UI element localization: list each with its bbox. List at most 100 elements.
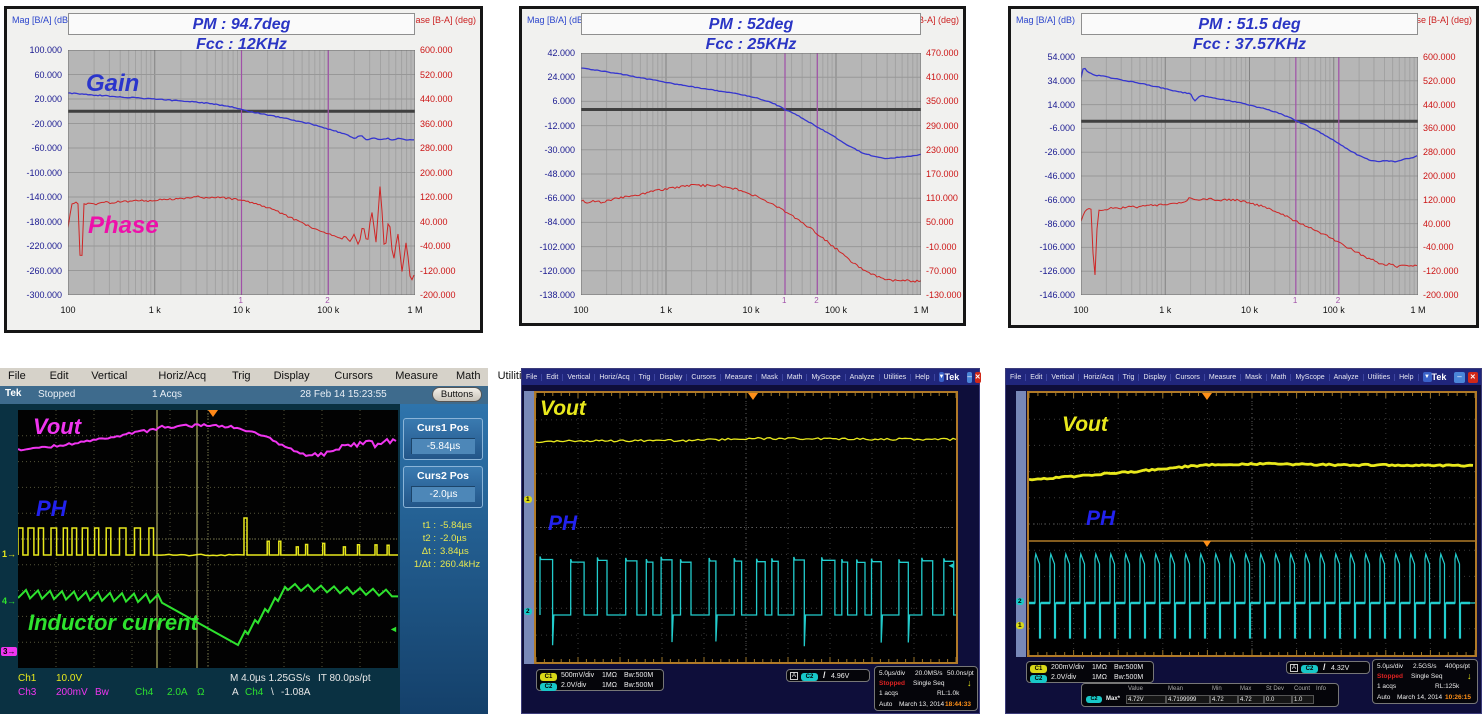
menu-item-cursors[interactable]: Cursors <box>1171 374 1205 381</box>
menu-item-display[interactable]: Display <box>655 374 687 381</box>
cursor-label: 1 <box>782 296 786 305</box>
tek-logo: Tek <box>944 372 959 382</box>
mag-tick-label: -106.000 <box>1013 243 1075 252</box>
channel-row[interactable]: C22.0V/div1MΩBw:500M <box>1030 674 1156 683</box>
menu-bar: FileEditVerticalHoriz/AcqTrigDisplayCurs… <box>1006 369 1481 385</box>
menu-item-file[interactable]: File <box>522 374 542 381</box>
cursor-pos-box[interactable]: Curs2 Pos-2.0µs <box>403 466 483 508</box>
phase-tick-label: 600.000 <box>420 46 453 55</box>
meas-cell: 1.0 <box>1292 695 1314 704</box>
menu-item-analyze[interactable]: Analyze <box>846 374 880 381</box>
channel-bandwidth: Bw:500M <box>624 672 653 679</box>
menu-more-button[interactable]: ▼ <box>1423 372 1432 382</box>
acq-count: 1 acqs <box>879 690 898 697</box>
cursor-label: 2 <box>1336 296 1340 305</box>
freq-tick-label: 1 M <box>397 306 433 315</box>
menu-item-math[interactable]: Math <box>456 370 480 382</box>
menu-item-help[interactable]: Help <box>1395 374 1418 381</box>
menu-item-vertical[interactable]: Vertical <box>563 374 595 381</box>
acq-time: 10:26:15 <box>1445 694 1471 701</box>
menu-item-trig[interactable]: Trig <box>635 374 656 381</box>
meas-channel-badge: C2 <box>1086 696 1102 703</box>
mag-tick-label: 100.000 <box>9 46 62 55</box>
menu-item-display[interactable]: Display <box>1139 374 1171 381</box>
menu-item-cursors[interactable]: Cursors <box>334 370 373 382</box>
freq-tick-label: 1 k <box>137 306 173 315</box>
acq-date: March 14, 2014 <box>1397 694 1442 701</box>
mag-tick-label: -86.000 <box>1013 220 1075 229</box>
menu-item-measure[interactable]: Measure <box>721 374 757 381</box>
menu-item-trig[interactable]: Trig <box>1119 374 1140 381</box>
minimize-button[interactable]: – <box>967 372 971 383</box>
freq-tick-label: 1 M <box>903 306 939 315</box>
menu-item-analyze[interactable]: Analyze <box>1330 374 1364 381</box>
sample-rate: 20.0MS/s <box>915 670 942 677</box>
freq-tick-label: 100 k <box>310 306 346 315</box>
menu-item-measure[interactable]: Measure <box>1205 374 1241 381</box>
sample-rate: 2.5GS/s <box>1413 663 1436 670</box>
trigger-source-badge: C2 <box>1301 665 1318 673</box>
meas-header: Mean <box>1168 686 1183 692</box>
menu-item-trig[interactable]: Trig <box>232 370 251 382</box>
phase-tick-label: 410.000 <box>926 73 959 82</box>
meas-cell: 4.72 <box>1238 695 1264 704</box>
menu-item-horizacq[interactable]: Horiz/Acq <box>1079 374 1118 381</box>
channel-row[interactable]: C1200mV/div1MΩBw:500M <box>1030 664 1156 673</box>
phase-tick-label: 350.000 <box>926 97 959 106</box>
auto-label: Auto <box>1377 694 1390 701</box>
bode-plot-1: Mag [B/A] (dB)Phase [B-A] (deg)PM : 94.7… <box>4 6 483 333</box>
menu-item-math[interactable]: Math <box>1267 374 1292 381</box>
close-button[interactable]: ✕ <box>1468 372 1478 383</box>
phase-tick-label: -70.000 <box>926 267 957 276</box>
channel-bandwidth: Bw:500M <box>1114 664 1143 671</box>
pm-title: PM : 52deg <box>582 15 920 35</box>
menu-item-horizacq[interactable]: Horiz/Acq <box>158 370 206 382</box>
channel-row[interactable]: C1500mV/div1MΩBw:500M <box>540 672 666 681</box>
menu-item-mask[interactable]: Mask <box>757 374 783 381</box>
readout-seg: A <box>232 687 239 698</box>
menu-item-edit[interactable]: Edit <box>1026 374 1047 381</box>
measurement-table: ValueMeanMinMaxSt DevCountInfoC2Max*4.72… <box>1081 683 1339 707</box>
buttons-button[interactable]: Buttons <box>432 387 482 402</box>
menu-item-horizacq[interactable]: Horiz/Acq <box>595 374 634 381</box>
mag-axis-label: Mag [B/A] (dB) <box>527 15 586 25</box>
menu-item-edit[interactable]: Edit <box>542 374 563 381</box>
acquisition-box: 5.0µs/div2.5GS/s400ps/ptStoppedSingle Se… <box>1372 659 1478 704</box>
menu-item-myscope[interactable]: MyScope <box>1291 374 1329 381</box>
menu-item-math[interactable]: Math <box>783 374 808 381</box>
channel-marker: 1 <box>524 496 532 503</box>
menu-item-measure[interactable]: Measure <box>395 370 438 382</box>
menu-item-file[interactable]: File <box>8 370 26 382</box>
phase-tick-label: 110.000 <box>926 194 958 203</box>
phase-tick-label: 40.000 <box>1423 220 1451 229</box>
close-button[interactable]: ✕ <box>975 372 981 383</box>
meas-header: Count <box>1294 686 1310 692</box>
meas-cell: 4.72 <box>1210 695 1238 704</box>
menu-item-vertical[interactable]: Vertical <box>91 370 127 382</box>
menu-item-display[interactable]: Display <box>274 370 310 382</box>
mag-axis-label: Mag [B/A] (dB) <box>1016 15 1075 25</box>
phase-tick-label: 520.000 <box>1423 77 1456 86</box>
menu-item-edit[interactable]: Edit <box>50 370 69 382</box>
cursor-pos-box[interactable]: Curs1 Pos-5.84µs <box>403 418 483 460</box>
channel-scale: 200mV/div <box>1051 664 1084 671</box>
phase-tick-label: 120.000 <box>420 193 453 202</box>
menu-item-myscope[interactable]: MyScope <box>807 374 845 381</box>
menu-item-cursors[interactable]: Cursors <box>687 374 721 381</box>
cursor-label: 1 <box>1293 296 1297 305</box>
vout-trace-label: Vout <box>540 397 586 421</box>
menu-item-vertical[interactable]: Vertical <box>1047 374 1079 381</box>
channel-row[interactable]: C22.0V/div1MΩBw:500M <box>540 682 666 691</box>
phase-tick-label: 520.000 <box>420 71 453 80</box>
menu-item-utilities[interactable]: Utilities <box>880 374 912 381</box>
menu-item-file[interactable]: File <box>1006 374 1026 381</box>
channel-impedance: 1MΩ <box>1092 674 1107 681</box>
menu-item-utilities[interactable]: Utilities <box>1364 374 1396 381</box>
minimize-button[interactable]: – <box>1454 372 1464 383</box>
freq-tick-label: 100 <box>563 306 599 315</box>
phase-curve-label: Phase <box>88 212 159 240</box>
seq-arrow-icon: ↓ <box>1467 671 1472 681</box>
menu-item-mask[interactable]: Mask <box>1241 374 1267 381</box>
acq-state: Stopped <box>879 680 905 687</box>
menu-item-help[interactable]: Help <box>911 374 934 381</box>
